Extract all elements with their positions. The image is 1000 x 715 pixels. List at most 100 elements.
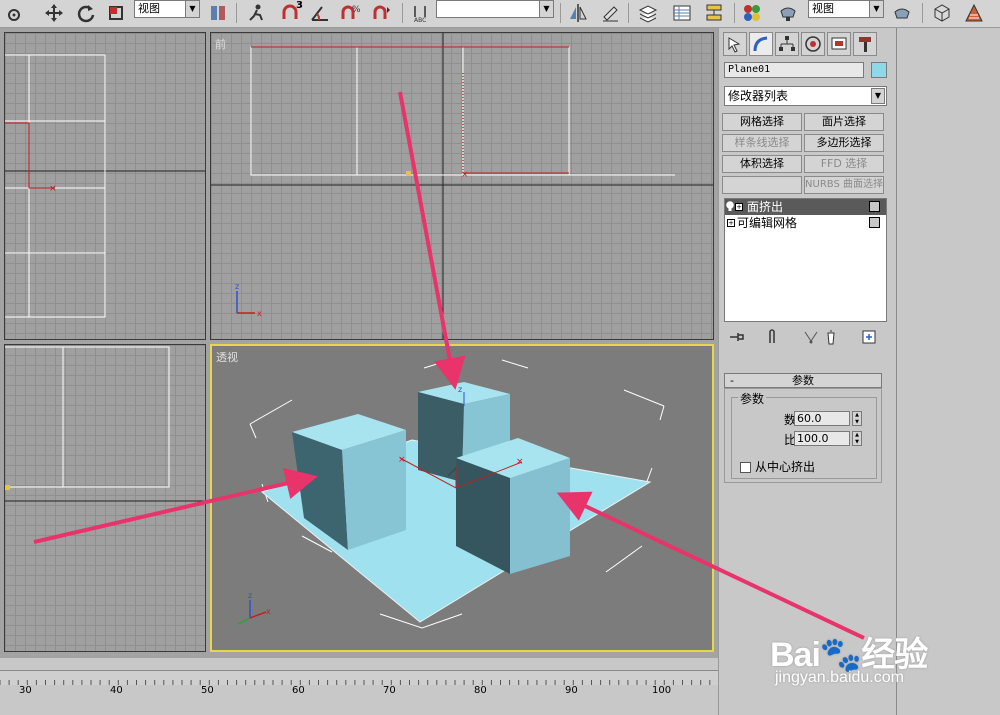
parameters-rollout-header[interactable]: - 参数: [724, 373, 882, 388]
align-icon[interactable]: [598, 2, 622, 24]
watermark-url: jingyan.baidu.com: [775, 669, 904, 686]
scale-icon[interactable]: [104, 2, 128, 24]
named-selection-set-select[interactable]: ▼: [436, 0, 554, 18]
modifier-list-select[interactable]: 修改器列表 ▼: [724, 86, 887, 106]
svg-text:z: z: [248, 591, 252, 600]
modifier-stack: + 面挤出 + 可编辑网格: [724, 198, 887, 322]
svg-text:%: %: [352, 5, 360, 15]
tick-label: 100: [652, 685, 672, 696]
top-viewport[interactable]: ×: [4, 32, 206, 340]
select-link-icon[interactable]: [244, 2, 268, 24]
empty-modifier-button[interactable]: [722, 176, 802, 194]
layers-icon[interactable]: [636, 2, 660, 24]
parameters-group: 参数 数量: 60.0 ▲▼ 比例: 100.0 ▲▼ 从中心挤出: [731, 390, 878, 479]
box-object-icon[interactable]: [930, 2, 954, 24]
svg-text:×: ×: [461, 170, 469, 180]
chevron-down-icon: ▼: [869, 1, 883, 17]
tab-create[interactable]: [723, 32, 747, 56]
patch-select-button[interactable]: 面片选择: [804, 113, 884, 131]
chevron-down-icon: ▼: [539, 1, 553, 17]
tick-label: 60: [292, 685, 305, 696]
percent-snap-icon[interactable]: %: [338, 2, 362, 24]
quick-render-icon[interactable]: [890, 2, 914, 24]
stack-toolbar: [724, 326, 887, 348]
mesh-select-button[interactable]: 网格选择: [722, 113, 802, 131]
parameters-rollout: 参数 数量: 60.0 ▲▼ 比例: 100.0 ▲▼ 从中心挤出: [724, 388, 882, 483]
ffd-select-button[interactable]: FFD 选择: [804, 155, 884, 173]
front-viewport[interactable]: 前 × z x: [210, 32, 714, 340]
svg-text:×: ×: [516, 457, 524, 467]
stack-item-face-extrude[interactable]: + 面挤出: [725, 199, 886, 215]
rotate-icon[interactable]: [74, 2, 98, 24]
svg-text:×: ×: [398, 455, 406, 465]
nurbs-surface-select-button[interactable]: NURBS 曲面选择: [804, 176, 884, 194]
chevron-down-icon: ▼: [185, 1, 199, 17]
command-panel-tabs: [719, 32, 897, 56]
left-viewport[interactable]: [4, 344, 206, 652]
modify-icon: [753, 36, 768, 52]
schematic-view-icon[interactable]: [702, 2, 726, 24]
stack-item-toggle[interactable]: [869, 217, 880, 228]
stack-item-editable-mesh[interactable]: + 可编辑网格: [725, 215, 886, 231]
material-editor-icon[interactable]: [740, 2, 764, 24]
remove-modifier-icon[interactable]: [822, 328, 840, 346]
wall-object-icon[interactable]: [962, 2, 986, 24]
timeline-ruler[interactable]: 30 40 50 60 70 80 90 100: [0, 670, 718, 715]
render-scene-icon[interactable]: [776, 2, 800, 24]
mirror-icon[interactable]: [566, 2, 590, 24]
select-object-icon[interactable]: [2, 2, 26, 24]
tick-label: 30: [19, 685, 32, 696]
named-selection-icon[interactable]: ABC: [408, 2, 432, 24]
tab-utilities[interactable]: [853, 32, 877, 56]
amount-input[interactable]: 60.0: [794, 411, 850, 426]
volume-select-button[interactable]: 体积选择: [722, 155, 802, 173]
top-wireframe: ×: [5, 54, 205, 318]
scale-input[interactable]: 100.0: [794, 431, 850, 446]
pivot-center-icon[interactable]: [206, 2, 230, 24]
angle-snap-icon[interactable]: [308, 2, 332, 24]
scale-spinner[interactable]: ▲ ▼: [852, 431, 862, 446]
svg-text:z: z: [235, 282, 239, 291]
poly-select-button[interactable]: 多边形选择: [804, 134, 884, 152]
snap-label: 3: [296, 0, 303, 11]
tab-motion[interactable]: [801, 32, 825, 56]
hammer-icon: [859, 37, 871, 52]
tick-label: 50: [201, 685, 214, 696]
perspective-viewport[interactable]: 透视 × × z z x: [210, 344, 714, 652]
pin-stack-icon[interactable]: [728, 328, 746, 346]
svg-text:ABC: ABC: [414, 17, 426, 23]
chevron-down-icon: ▼: [871, 88, 885, 104]
ruler-ticks: [0, 680, 711, 685]
expand-icon[interactable]: +: [735, 203, 743, 211]
tick-label: 90: [565, 685, 578, 696]
amount-spinner[interactable]: ▲ ▼: [852, 411, 862, 426]
move-icon[interactable]: [42, 2, 66, 24]
spline-select-button[interactable]: 样条线选择: [722, 134, 802, 152]
tick-label: 80: [474, 685, 487, 696]
lightbulb-icon[interactable]: [726, 201, 734, 212]
tick-label: 70: [383, 685, 396, 696]
amount-row: 数量: 60.0 ▲▼: [732, 410, 878, 428]
make-unique-icon[interactable]: [802, 328, 820, 346]
spinner-snap-icon[interactable]: [370, 2, 394, 24]
tab-hierarchy[interactable]: [775, 32, 799, 56]
object-color-swatch[interactable]: [871, 62, 887, 78]
max-window: 视图 ▼ 3 % ABC ▼ 视图 ▼ × 前 × z x 透视 × × z z…: [0, 0, 1000, 715]
baidu-watermark: Bai🐾经验 jingyan.baidu.com: [770, 605, 995, 705]
stack-item-toggle[interactable]: [869, 201, 880, 212]
hierarchy-icon: [779, 36, 795, 51]
tab-display[interactable]: [827, 32, 851, 56]
render-type-select[interactable]: 视图 ▼: [808, 0, 884, 18]
configure-modifier-sets-icon[interactable]: [860, 328, 878, 346]
main-toolbar: 视图 ▼ 3 % ABC ▼ 视图 ▼: [0, 0, 1000, 28]
viewport-area: × 前 × z x 透视 × × z z x: [0, 28, 718, 658]
svg-text:×: ×: [49, 184, 57, 194]
show-end-result-icon[interactable]: [764, 328, 782, 346]
svg-text:x: x: [266, 607, 271, 616]
extrude-from-center-checkbox[interactable]: 从中心挤出: [740, 458, 815, 475]
object-name-field[interactable]: Plane01: [724, 62, 864, 78]
reference-coord-select[interactable]: 视图 ▼: [134, 0, 200, 18]
tab-modify[interactable]: [749, 32, 773, 56]
track-view-icon[interactable]: [670, 2, 694, 24]
expand-icon[interactable]: +: [727, 219, 735, 227]
